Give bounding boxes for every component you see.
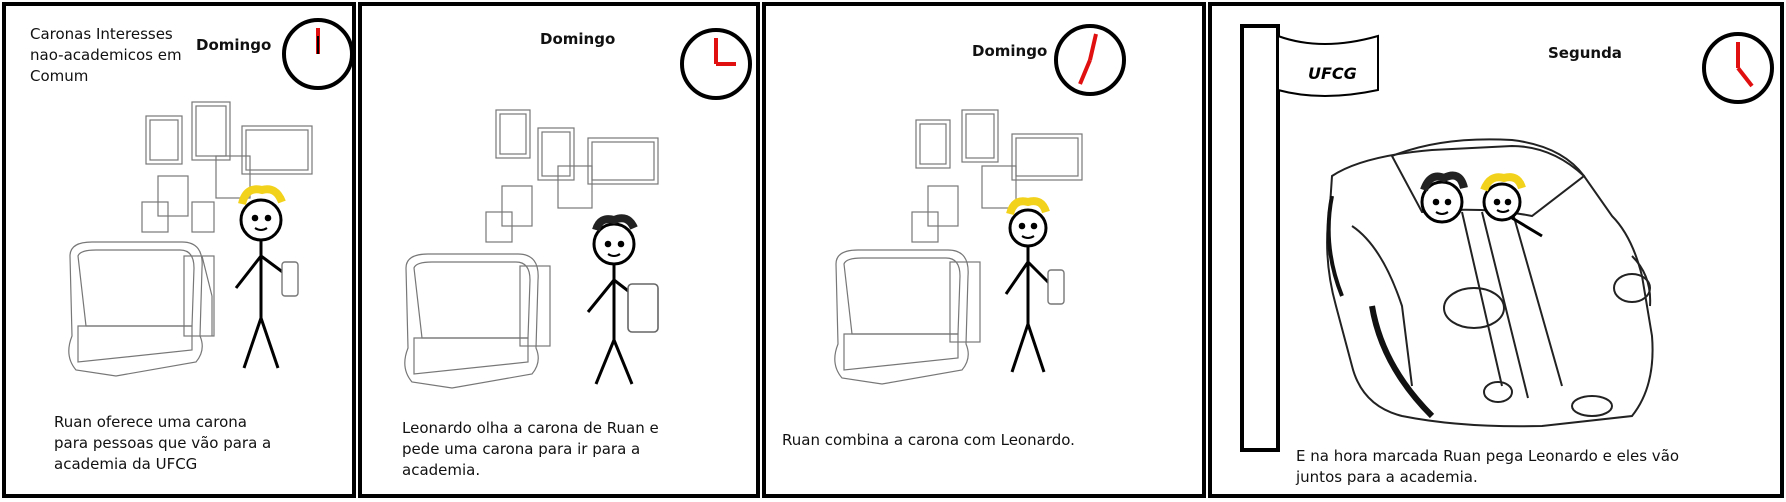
caption-line: Ruan combina a carona com Leonardo. — [782, 431, 1075, 449]
comic-panel-1: Caronas Interesses nao-academicos em Com… — [2, 2, 356, 498]
caption-line: E na hora marcada Ruan pega Leonardo e e… — [1296, 447, 1680, 465]
clock-icon — [1054, 24, 1126, 96]
flag-label: UFCG — [1308, 64, 1357, 83]
phone-icon — [1047, 269, 1065, 305]
caption-line: academia da UFCG — [54, 455, 198, 473]
panel-4-artwork — [1240, 24, 1774, 452]
stick-figure-icon — [234, 185, 289, 369]
panel-caption: Ruan oferece uma carona para pessoas que… — [54, 412, 344, 475]
phone-icon — [627, 283, 659, 333]
caption-line: Ruan oferece uma carona — [54, 413, 247, 431]
comic-panel-3: Domingo Ruan combina a carona com Leonar… — [762, 2, 1206, 498]
clock-icon — [282, 18, 354, 90]
panel-caption: Leonardo olha a carona de Ruan e pede um… — [402, 418, 742, 481]
caption-line: Leonardo olha a carona de Ruan e — [402, 419, 659, 437]
panel-3-artwork — [834, 24, 1126, 385]
furniture-sketch — [834, 109, 1083, 385]
stick-figure-icon — [1004, 197, 1052, 373]
caption-line: pede uma carona para ir para a — [402, 440, 641, 458]
caption-line: para pessoas que vão para a — [54, 434, 272, 452]
comic-panel-2: Domingo Leonardo olha a carona de Ruan e… — [358, 2, 760, 498]
panel-caption: Ruan combina a carona com Leonardo. — [782, 430, 1202, 451]
phone-icon — [281, 261, 299, 297]
clock-icon — [1702, 32, 1774, 104]
furniture-sketch — [68, 101, 313, 377]
clock-icon — [680, 28, 752, 100]
panel-caption: E na hora marcada Ruan pega Leonardo e e… — [1296, 446, 1766, 488]
caption-line: academia. — [402, 461, 481, 479]
comic-panel-4: Segunda UFCG E na hora marcada Ruan pega… — [1208, 2, 1784, 498]
caption-line: juntos para a academia. — [1296, 468, 1478, 486]
